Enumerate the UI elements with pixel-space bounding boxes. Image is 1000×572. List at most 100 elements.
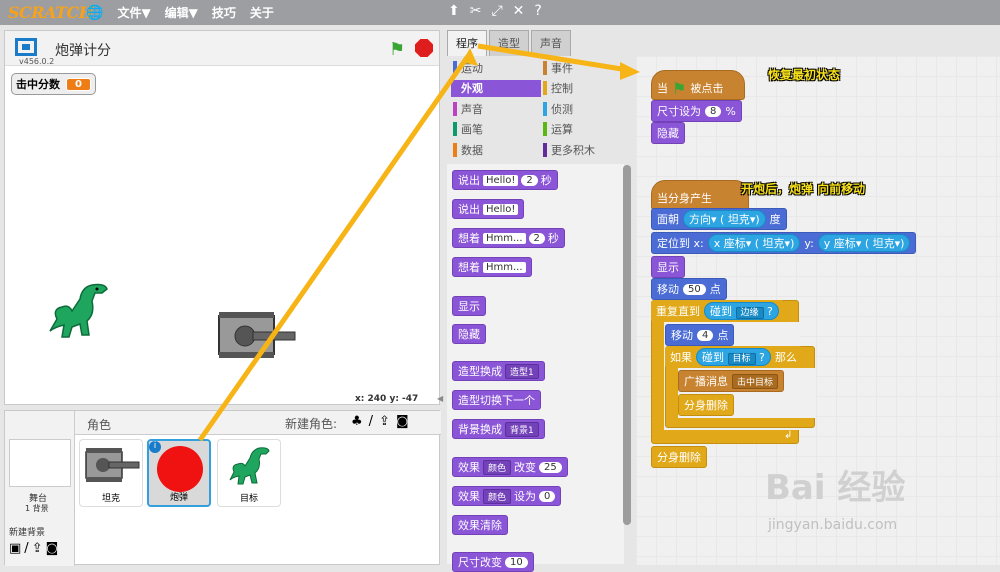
green-flag-icon[interactable]: ⚑: [389, 39, 405, 60]
globe-icon[interactable]: 🌐: [86, 5, 103, 21]
block-clear-effects[interactable]: 效果清除: [452, 515, 508, 535]
broadcast-block[interactable]: 广播消息 击中目标: [678, 370, 785, 392]
menu-about[interactable]: 关于: [250, 4, 274, 21]
menu-edit[interactable]: 编辑▼: [165, 4, 198, 21]
category-pen[interactable]: 画笔: [451, 121, 541, 138]
shrink-icon[interactable]: ✕: [513, 3, 525, 19]
block-switch-costume[interactable]: 造型换成 造型1: [452, 361, 545, 381]
block-number-input[interactable]: 4: [697, 329, 714, 341]
block-set-effect[interactable]: 效果 颜色 设为 0: [452, 486, 562, 506]
category-data[interactable]: 数据: [451, 142, 541, 159]
category-sensing[interactable]: 侦测: [541, 101, 631, 118]
block-number-input[interactable]: 8: [705, 105, 722, 117]
block-say[interactable]: 说出 Hello!: [452, 199, 525, 219]
block-change-size[interactable]: 尺寸改变 10: [452, 552, 534, 572]
fullscreen-icon[interactable]: [15, 38, 37, 56]
stage-canvas[interactable]: 击中分数 0: [5, 65, 439, 389]
y-position-reporter[interactable]: y 座标▾ ( 坦克▾): [817, 234, 911, 252]
block-number-input[interactable]: 0: [539, 490, 556, 502]
cut-icon[interactable]: ✂: [470, 3, 482, 19]
category-events[interactable]: 事件: [541, 60, 631, 77]
category-sound[interactable]: 声音: [451, 101, 541, 118]
set-size-block[interactable]: 尺寸设为 8 %: [651, 100, 742, 122]
help-icon[interactable]: ?: [534, 3, 541, 19]
block-number-input[interactable]: 2: [521, 174, 538, 186]
tab-sounds[interactable]: 声音: [531, 30, 571, 56]
block-number-input[interactable]: 25: [539, 461, 562, 473]
touching-edge-condition[interactable]: 碰到 边缘 ?: [704, 302, 779, 320]
category-control[interactable]: 控制: [541, 80, 631, 97]
block-next-costume[interactable]: 造型切换下一个: [452, 390, 541, 410]
block-text-input[interactable]: Hello!: [483, 174, 519, 186]
stop-icon[interactable]: [415, 39, 433, 57]
block-text-input[interactable]: Hmm...: [483, 232, 526, 244]
upload-sprite-icon[interactable]: ⇪: [379, 414, 390, 429]
upload-icon[interactable]: ⇪: [32, 541, 43, 556]
menu-file[interactable]: 文件▼: [117, 4, 150, 21]
paint-icon[interactable]: /: [24, 541, 28, 556]
tank-thumbnail: [85, 448, 140, 482]
category-operators[interactable]: 运算: [541, 121, 631, 138]
block-dropdown[interactable]: 造型1: [505, 363, 539, 379]
block-dropdown[interactable]: 背景1: [505, 421, 539, 437]
block-show[interactable]: 显示: [452, 296, 486, 316]
goto-xy-block[interactable]: 定位到 x: x 座标▾ ( 坦克▾) y: y 座标▾ ( 坦克▾): [651, 232, 917, 254]
image-icon[interactable]: ▣: [9, 541, 21, 556]
block-number-input[interactable]: 50: [683, 283, 706, 295]
block-dropdown[interactable]: 边缘: [735, 307, 764, 319]
camera-sprite-icon[interactable]: ◙: [396, 414, 409, 429]
tab-scripts[interactable]: 程序: [447, 30, 487, 56]
block-think-for-secs[interactable]: 想着 Hmm... 2 秒: [452, 228, 565, 248]
delete-clone-block[interactable]: 分身删除: [651, 446, 707, 468]
project-title[interactable]: 炮弹计分: [55, 40, 111, 60]
when-clone-start-block[interactable]: 当分身产生: [651, 180, 749, 210]
camera-icon[interactable]: ◙: [46, 541, 59, 556]
variable-monitor[interactable]: 击中分数 0: [11, 73, 96, 95]
stage-thumbnail[interactable]: [9, 439, 71, 487]
point-direction-block[interactable]: 面朝 方向▾ ( 坦克▾) 度: [651, 208, 787, 230]
x-position-reporter[interactable]: x 座标▾ ( 坦克▾): [707, 234, 801, 252]
info-icon[interactable]: i: [149, 441, 161, 453]
sprite-card-target[interactable]: 目标: [217, 439, 281, 507]
direction-of-reporter[interactable]: 方向▾ ( 坦克▾): [683, 210, 766, 228]
block-label: 秒: [540, 174, 552, 187]
show-block[interactable]: 显示: [651, 256, 685, 278]
block-dropdown[interactable]: 目标: [727, 353, 756, 365]
block-text-input[interactable]: Hmm...: [483, 261, 526, 273]
sprite-card-shell[interactable]: i 炮弹: [147, 439, 211, 507]
touching-target-condition[interactable]: 碰到 目标 ?: [696, 348, 771, 366]
when-flag-clicked-block[interactable]: 当 ⚑ 被点击: [651, 70, 745, 100]
tab-costumes[interactable]: 造型: [489, 30, 529, 56]
library-icon[interactable]: ♣: [351, 414, 363, 429]
delete-clone-block-inner[interactable]: 分身删除: [678, 394, 734, 416]
block-number-input[interactable]: 2: [528, 232, 545, 244]
category-looks[interactable]: 外观: [451, 80, 541, 98]
block-change-effect[interactable]: 效果 颜色 改变 25: [452, 457, 568, 477]
duplicate-icon[interactable]: ⬆: [448, 3, 460, 19]
sprite-card-tank[interactable]: 坦克: [79, 439, 143, 507]
palette-scrollbar[interactable]: [623, 165, 631, 525]
paint-brush-icon[interactable]: /: [369, 414, 373, 429]
hide-block[interactable]: 隐藏: [651, 122, 685, 144]
category-motion[interactable]: 运动: [451, 60, 541, 77]
block-switch-backdrop[interactable]: 背景换成 背景1: [452, 419, 545, 439]
block-number-input[interactable]: 10: [505, 556, 528, 568]
move-steps-block-inner[interactable]: 移动 4 点: [665, 324, 735, 346]
block-say-for-secs[interactable]: 说出 Hello! 2 秒: [452, 170, 558, 190]
block-dropdown[interactable]: 击中目标: [732, 373, 779, 389]
tank-sprite[interactable]: [217, 310, 302, 362]
scratch-logo[interactable]: SCRATCH: [8, 3, 94, 22]
menu-tips[interactable]: 技巧: [212, 4, 236, 21]
block-text-input[interactable]: Hello!: [483, 203, 519, 215]
block-think[interactable]: 想着 Hmm...: [452, 257, 532, 277]
category-more-blocks[interactable]: 更多积木: [541, 142, 631, 159]
dinosaur-sprite[interactable]: [47, 279, 112, 341]
block-dropdown[interactable]: 颜色: [483, 488, 512, 504]
block-dropdown[interactable]: 颜色: [483, 459, 512, 475]
block-label: 说出: [458, 174, 480, 187]
grow-icon[interactable]: ⤢: [491, 3, 502, 19]
block-hide[interactable]: 隐藏: [452, 324, 486, 344]
move-steps-block[interactable]: 移动 50 点: [651, 278, 727, 300]
collapse-arrow-icon[interactable]: ◀: [437, 394, 443, 403]
block-label: 造型换成: [458, 365, 502, 378]
